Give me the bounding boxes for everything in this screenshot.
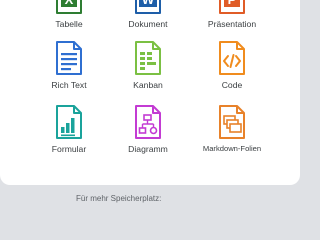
kanban-icon [135, 41, 161, 75]
tile-praesentation[interactable]: P Präsentation [182, 0, 282, 29]
spreadsheet-icon: X [56, 0, 82, 14]
markdown-slides-icon [219, 105, 245, 139]
document-icon: W [135, 0, 161, 14]
tile-markdown-folien[interactable]: Markdown-Folien [182, 105, 282, 153]
svg-text:X: X [65, 0, 74, 7]
tile-code[interactable]: Code [182, 41, 282, 90]
rich-text-icon [56, 41, 82, 75]
tile-label: Präsentation [207, 19, 257, 29]
presentation-icon: P [219, 0, 245, 14]
form-icon [56, 105, 82, 139]
svg-text:W: W [142, 0, 155, 7]
code-icon [219, 41, 245, 75]
storage-hint-text: Für mehr Speicherplatz: [76, 194, 162, 203]
tile-label: Markdown-Folien [202, 144, 262, 153]
tile-label: Code [221, 80, 243, 90]
svg-text:P: P [228, 0, 237, 7]
new-document-panel: X Tabelle W Dokument P Präsentation [0, 0, 300, 185]
diagram-icon [135, 105, 161, 139]
